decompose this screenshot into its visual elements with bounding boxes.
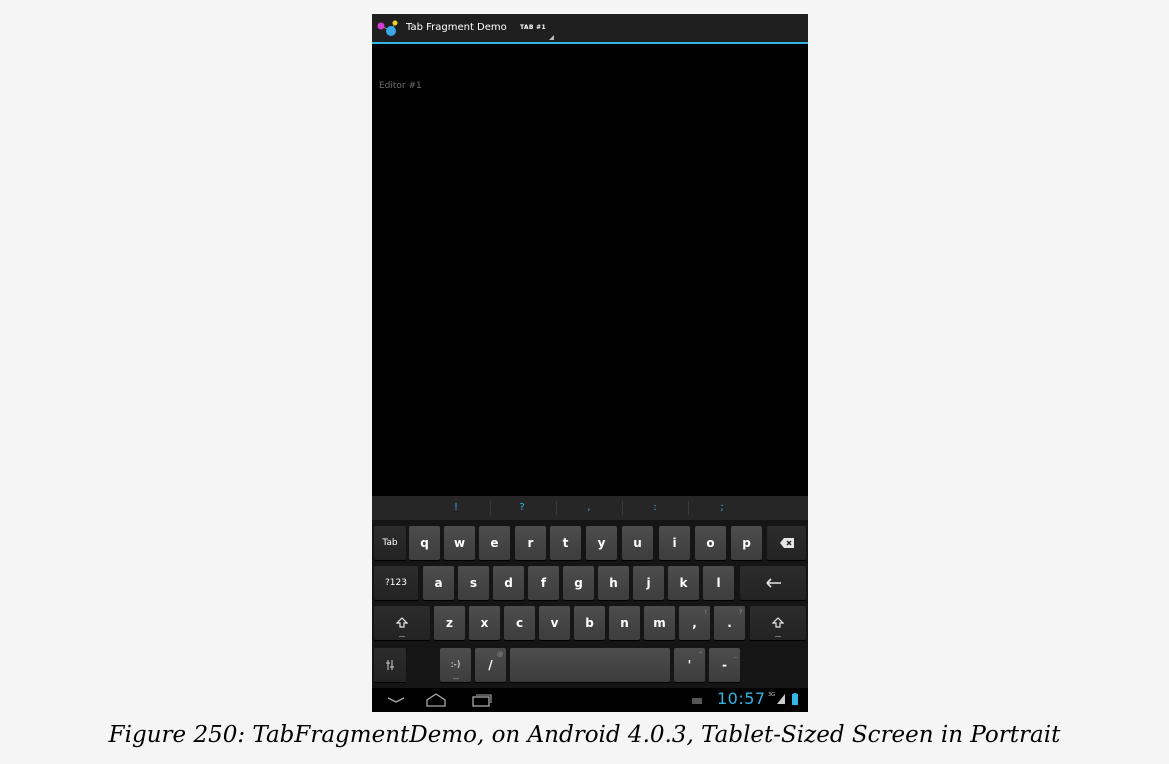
key-k[interactable]: k	[668, 566, 699, 600]
navigation-bar: 10:57 3G	[372, 688, 808, 712]
key-backspace[interactable]	[767, 526, 806, 560]
shift-underline	[775, 636, 781, 637]
keyboard-status-icon	[692, 698, 702, 704]
action-bar: Tab Fragment Demo TAB #1	[372, 14, 808, 44]
key-dash-alt: _	[734, 651, 737, 658]
key-y[interactable]: y	[586, 526, 617, 560]
device-screen: Tab Fragment Demo TAB #1 Editor #1 ! ? ,…	[372, 14, 808, 712]
key-b[interactable]: b	[574, 606, 605, 640]
key-comma[interactable]: , !	[679, 606, 710, 640]
suggestion-comma[interactable]: ,	[579, 502, 599, 513]
suggestion-exclamation[interactable]: !	[446, 502, 466, 513]
key-s[interactable]: s	[458, 566, 489, 600]
recent-apps-icon[interactable]	[470, 692, 494, 708]
key-shift-left[interactable]	[374, 606, 430, 640]
suggestion-divider	[688, 501, 689, 515]
key-symbols[interactable]: ?123	[374, 566, 418, 600]
app-title: Tab Fragment Demo	[406, 22, 507, 33]
key-period-alt: ?	[738, 609, 742, 616]
key-g[interactable]: g	[563, 566, 594, 600]
editor-area[interactable]: Editor #1	[372, 44, 808, 496]
key-dash[interactable]: - _	[709, 648, 740, 682]
editor-hint: Editor #1	[379, 81, 422, 91]
suggestion-question[interactable]: ?	[512, 502, 532, 513]
key-l[interactable]: l	[703, 566, 734, 600]
key-a[interactable]: a	[423, 566, 454, 600]
status-clock: 10:57	[717, 689, 766, 708]
suggestion-colon[interactable]: :	[645, 502, 665, 513]
app-icon	[377, 20, 398, 36]
key-enter[interactable]	[740, 566, 806, 600]
key-c[interactable]: c	[504, 606, 535, 640]
key-p[interactable]: p	[731, 526, 762, 560]
spinner-triangle-icon	[549, 35, 554, 40]
signal-icon	[777, 694, 785, 704]
key-shift-right[interactable]	[750, 606, 806, 640]
key-slash[interactable]: / @	[475, 648, 506, 682]
key-apostrophe-alt: "	[699, 651, 702, 658]
key-apostrophe-label: '	[687, 658, 692, 672]
signal-label: 3G	[768, 692, 776, 698]
smiley-underline	[452, 678, 459, 679]
enter-arrow-icon	[766, 578, 781, 588]
key-comma-label: ,	[692, 616, 697, 630]
key-u[interactable]: u	[622, 526, 653, 560]
suggestion-divider	[490, 501, 491, 515]
key-e[interactable]: e	[479, 526, 510, 560]
key-space[interactable]	[510, 648, 670, 682]
suggestion-semicolon[interactable]: ;	[712, 502, 732, 513]
key-d[interactable]: d	[493, 566, 524, 600]
key-dash-label: -	[722, 658, 727, 672]
key-tab[interactable]: Tab	[374, 526, 406, 560]
shift-icon	[395, 617, 409, 628]
key-apostrophe[interactable]: ' "	[674, 648, 705, 682]
key-settings[interactable]	[374, 648, 406, 682]
key-f[interactable]: f	[528, 566, 559, 600]
backspace-icon	[779, 538, 794, 548]
settings-sliders-icon	[386, 660, 394, 670]
home-icon[interactable]	[424, 692, 448, 708]
key-n[interactable]: n	[609, 606, 640, 640]
suggestion-strip: ! ? , : ;	[372, 496, 808, 520]
soft-keyboard: ! ? , : ; Tab q w e r t y u i o p ?123 a…	[372, 496, 808, 688]
key-o[interactable]: o	[695, 526, 726, 560]
key-h[interactable]: h	[598, 566, 629, 600]
shift-icon	[771, 617, 785, 628]
key-period[interactable]: . ?	[714, 606, 745, 640]
key-z[interactable]: z	[434, 606, 465, 640]
key-v[interactable]: v	[539, 606, 570, 640]
suggestion-divider	[556, 501, 557, 515]
key-period-label: .	[727, 616, 732, 630]
key-q[interactable]: q	[409, 526, 440, 560]
back-chevron-icon[interactable]	[384, 692, 408, 708]
key-m[interactable]: m	[644, 606, 675, 640]
battery-icon	[792, 693, 798, 705]
suggestion-divider	[622, 501, 623, 515]
key-slash-label: /	[488, 658, 493, 672]
tab-spinner[interactable]: TAB #1	[512, 17, 560, 42]
key-smiley-label: :-)	[450, 660, 461, 670]
key-smiley[interactable]: :-)	[440, 648, 471, 682]
shift-underline	[399, 636, 405, 637]
key-w[interactable]: w	[444, 526, 475, 560]
key-comma-alt: !	[704, 609, 707, 616]
key-t[interactable]: t	[550, 526, 581, 560]
figure-caption: Figure 250: TabFragmentDemo, on Android …	[108, 722, 1061, 748]
key-j[interactable]: j	[633, 566, 664, 600]
key-slash-alt: @	[497, 651, 503, 658]
key-x[interactable]: x	[469, 606, 500, 640]
tab-label: TAB #1	[520, 24, 546, 31]
key-r[interactable]: r	[515, 526, 546, 560]
key-i[interactable]: i	[659, 526, 690, 560]
